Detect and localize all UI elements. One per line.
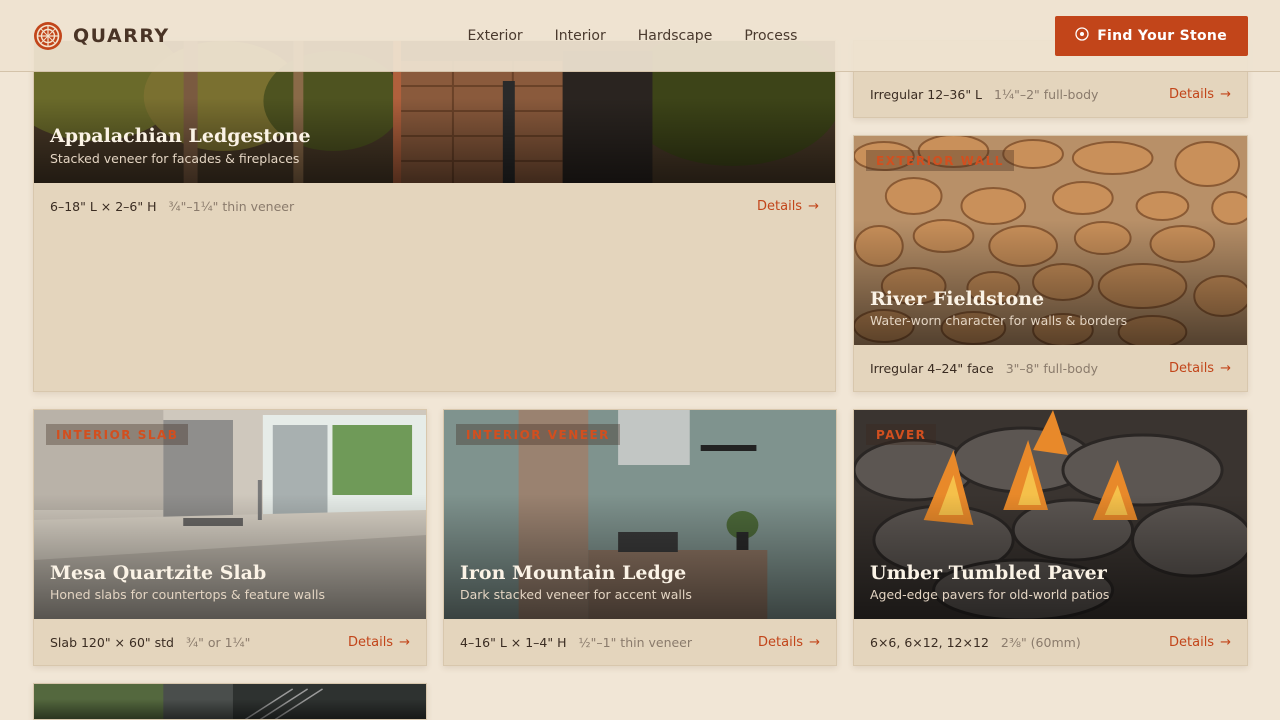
card-title: Appalachian Ledgestone bbox=[50, 125, 311, 147]
details-label: Details bbox=[1169, 635, 1215, 650]
nav-link-exterior[interactable]: Exterior bbox=[467, 28, 522, 44]
card-thickness: ¾"–1¼" thin veneer bbox=[168, 199, 295, 214]
arrow-right-icon: → bbox=[1220, 87, 1231, 102]
details-link[interactable]: Details → bbox=[348, 635, 410, 650]
card-subtitle: Dark stacked veneer for accent walls bbox=[460, 587, 692, 602]
card-meta: 6×6, 6×12, 12×12 2⅜" (60mm) Details → bbox=[870, 635, 1231, 650]
find-your-stone-button[interactable]: Find Your Stone bbox=[1055, 15, 1248, 56]
brand[interactable]: QUARRY bbox=[33, 21, 170, 51]
card-thickness: ½"–1" thin veneer bbox=[578, 635, 693, 650]
card-thickness: 3"–8" full-body bbox=[1005, 361, 1099, 376]
card-thickness: 2⅜" (60mm) bbox=[1000, 635, 1081, 650]
stone-card-partial[interactable] bbox=[33, 683, 427, 720]
stone-card-umber-tumbled-paver[interactable]: PAVER Umber Tumbled Paver Aged-edge pave… bbox=[853, 409, 1248, 666]
details-link[interactable]: Details → bbox=[1169, 361, 1231, 376]
main-nav: Exterior Interior Hardscape Process bbox=[467, 28, 797, 44]
details-link[interactable]: Details → bbox=[757, 199, 819, 214]
find-your-stone-label: Find Your Stone bbox=[1097, 27, 1227, 44]
card-image bbox=[34, 684, 426, 719]
card-subtitle: Water-worn character for walls & borders bbox=[870, 313, 1128, 328]
details-link[interactable]: Details → bbox=[1169, 87, 1231, 102]
arrow-right-icon: → bbox=[1220, 361, 1231, 376]
card-dimensions: 6×6, 6×12, 12×12 bbox=[870, 635, 989, 650]
card-thickness: 1¼"–2" full-body bbox=[994, 87, 1099, 102]
arrow-right-icon: → bbox=[1220, 635, 1231, 650]
card-title: River Fieldstone bbox=[870, 288, 1045, 310]
card-title: Mesa Quartzite Slab bbox=[50, 562, 267, 584]
stone-card-mesa-quartzite-slab[interactable]: INTERIOR SLAB Mesa Quartzite Slab Honed … bbox=[33, 409, 427, 666]
quarry-logo-icon bbox=[33, 21, 63, 51]
card-meta: Slab 120" × 60" std ¾" or 1¼" Details → bbox=[50, 635, 410, 650]
stone-card-river-fieldstone[interactable]: EXTERIOR WALL River Fieldstone Water-wor… bbox=[853, 135, 1248, 392]
arrow-right-icon: → bbox=[399, 635, 410, 650]
compass-icon bbox=[1075, 26, 1089, 45]
category-tag: PAVER bbox=[866, 424, 937, 445]
category-tag: INTERIOR SLAB bbox=[46, 424, 189, 445]
nav-link-hardscape[interactable]: Hardscape bbox=[638, 28, 713, 44]
card-subtitle: Honed slabs for countertops & feature wa… bbox=[50, 587, 326, 602]
stone-card-appalachian-ledgestone[interactable]: Appalachian Ledgestone Stacked veneer fo… bbox=[33, 40, 836, 392]
card-thickness: ¾" or 1¼" bbox=[185, 635, 251, 650]
card-meta: 4–16" L × 1–4" H ½"–1" thin veneer Detai… bbox=[460, 635, 820, 650]
card-dimensions: 6–18" L × 2–6" H bbox=[50, 199, 157, 214]
details-label: Details bbox=[758, 635, 804, 650]
card-subtitle: Aged-edge pavers for old-world patios bbox=[870, 587, 1110, 602]
card-dimensions: Slab 120" × 60" std bbox=[50, 635, 174, 650]
card-meta: 6–18" L × 2–6" H ¾"–1¼" thin veneer Deta… bbox=[50, 199, 819, 214]
nav-link-process[interactable]: Process bbox=[744, 28, 797, 44]
arrow-right-icon: → bbox=[809, 635, 820, 650]
nav-link-interior[interactable]: Interior bbox=[555, 28, 606, 44]
card-meta: Irregular 4–24" face 3"–8" full-body Det… bbox=[870, 361, 1231, 376]
details-label: Details bbox=[1169, 361, 1215, 376]
site-header: QUARRY Exterior Interior Hardscape Proce… bbox=[0, 0, 1280, 72]
card-dimensions: Irregular 12–36" L bbox=[870, 87, 983, 102]
card-title: Umber Tumbled Paver bbox=[870, 562, 1107, 584]
details-link[interactable]: Details → bbox=[758, 635, 820, 650]
card-subtitle: Stacked veneer for facades & fireplaces bbox=[50, 151, 300, 166]
category-tag: EXTERIOR WALL bbox=[866, 150, 1014, 171]
brand-name: QUARRY bbox=[73, 24, 170, 47]
card-dimensions: Irregular 4–24" face bbox=[870, 361, 994, 376]
details-label: Details bbox=[1169, 87, 1215, 102]
card-title: Iron Mountain Ledge bbox=[460, 562, 687, 584]
category-tag: INTERIOR VENEER bbox=[456, 424, 620, 445]
details-label: Details bbox=[348, 635, 394, 650]
card-meta: Irregular 12–36" L 1¼"–2" full-body Deta… bbox=[870, 87, 1231, 102]
details-link[interactable]: Details → bbox=[1169, 635, 1231, 650]
stone-card-iron-mountain-ledge[interactable]: INTERIOR VENEER Iron Mountain Ledge Dark… bbox=[443, 409, 837, 666]
card-dimensions: 4–16" L × 1–4" H bbox=[460, 635, 567, 650]
details-label: Details bbox=[757, 199, 803, 214]
arrow-right-icon: → bbox=[808, 199, 819, 214]
